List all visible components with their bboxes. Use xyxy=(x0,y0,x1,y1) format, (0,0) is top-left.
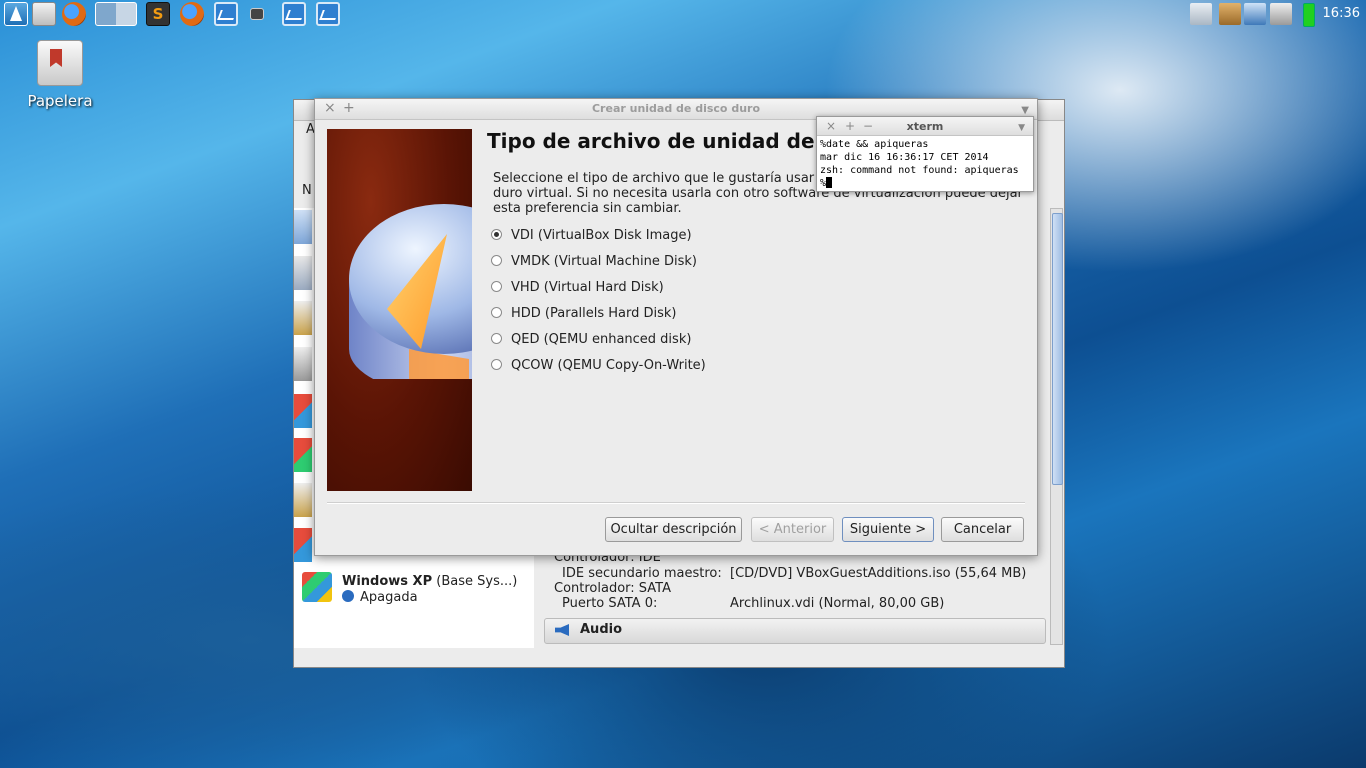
system-monitor-icon[interactable] xyxy=(214,2,238,26)
cancel-button[interactable]: Cancelar xyxy=(941,517,1024,542)
firefox-icon[interactable] xyxy=(62,2,86,26)
terminal-line: %date && apiqueras xyxy=(820,139,929,150)
arch-menu-icon[interactable] xyxy=(4,2,28,26)
firefox-icon[interactable] xyxy=(180,2,204,26)
detail-ide-secondary-label: IDE secundario maestro: xyxy=(562,566,722,581)
option-vhd[interactable]: VHD (Virtual Hard Disk) xyxy=(491,280,664,300)
radio-button[interactable] xyxy=(491,333,502,344)
radio-button[interactable] xyxy=(491,255,502,266)
vm-item-icon[interactable] xyxy=(294,347,312,381)
volume-tray-icon[interactable] xyxy=(1270,3,1292,25)
chevron-down-icon[interactable]: ▼ xyxy=(1018,121,1025,135)
terminal-line: mar dic 16 16:36:17 CET 2014 xyxy=(820,152,989,163)
option-hdd[interactable]: HDD (Parallels Hard Disk) xyxy=(491,306,677,326)
speaker-icon xyxy=(555,624,569,636)
vm-item-windows-xp[interactable]: Windows XP (Base Sys...) Apagada xyxy=(300,572,528,606)
dialog-title: Crear unidad de disco duro xyxy=(591,102,761,115)
back-button[interactable]: < Anterior xyxy=(751,517,834,542)
terminal-prompt: % xyxy=(820,177,1030,190)
battery-icon[interactable] xyxy=(1303,3,1315,27)
terminal-line: zsh: command not found: apiqueras xyxy=(820,165,1019,176)
detail-sata-port-label: Puerto SATA 0: xyxy=(562,596,658,611)
desktop-trash-label: Papelera xyxy=(27,92,93,110)
vm-list-header: N xyxy=(302,183,312,198)
desktop-trash[interactable]: Papelera xyxy=(24,40,96,110)
detail-ide-secondary-value: [CD/DVD] VBoxGuestAdditions.iso (55,64 M… xyxy=(730,566,1027,581)
network-tray-icon[interactable] xyxy=(1190,3,1212,25)
windows-xp-icon xyxy=(302,572,332,602)
trash-icon xyxy=(37,40,83,86)
power-off-icon xyxy=(342,590,354,602)
vm-state: Apagada xyxy=(342,590,418,605)
hard-disk-illustration xyxy=(349,204,472,379)
vm-item-icon[interactable] xyxy=(294,301,312,335)
radio-button[interactable] xyxy=(491,359,502,370)
option-vdi[interactable]: VDI (VirtualBox Disk Image) xyxy=(491,228,692,248)
system-monitor-icon[interactable] xyxy=(282,2,306,26)
details-section-audio[interactable]: Audio xyxy=(544,618,1046,644)
vm-item-icon[interactable] xyxy=(294,394,312,428)
vm-name: Windows XP (Base Sys...) xyxy=(342,574,518,589)
wizard-page-heading: Tipo de archivo de unidad de d xyxy=(487,129,836,153)
terminal-output[interactable]: %date && apiqueras mar dic 16 16:36:17 CE… xyxy=(817,136,1033,192)
vm-item-icon[interactable] xyxy=(294,256,312,290)
vm-item-icon[interactable] xyxy=(294,438,312,472)
xterm-titlebar[interactable]: × + − xterm ▼ xyxy=(817,117,1033,136)
details-scrollbar[interactable] xyxy=(1050,208,1063,645)
workspace-switcher-icon[interactable] xyxy=(95,2,137,26)
option-vmdk[interactable]: VMDK (Virtual Machine Disk) xyxy=(491,254,697,274)
text-cursor xyxy=(826,177,833,188)
system-monitor-icon[interactable] xyxy=(316,2,340,26)
button-separator xyxy=(327,502,1025,504)
radio-button[interactable] xyxy=(491,229,502,240)
wizard-banner-image xyxy=(327,129,472,491)
vm-item-icon[interactable] xyxy=(294,483,312,517)
display-tray-icon[interactable] xyxy=(1244,3,1266,25)
detail-sata-port-value: Archlinux.vdi (Normal, 80,00 GB) xyxy=(730,596,945,611)
detail-controller-sata: Controlador: SATA xyxy=(554,581,671,596)
option-qed[interactable]: QED (QEMU enhanced disk) xyxy=(491,332,691,352)
xterm-title: xterm xyxy=(906,120,944,133)
option-qcow[interactable]: QCOW (QEMU Copy-On-Write) xyxy=(491,358,706,378)
next-button[interactable]: Siguiente > xyxy=(842,517,934,542)
terminal-icon[interactable] xyxy=(250,8,264,20)
scrollbar-thumb[interactable] xyxy=(1052,213,1063,485)
package-update-icon[interactable] xyxy=(1219,3,1241,25)
hide-description-button[interactable]: Ocultar descripción xyxy=(605,517,742,542)
vm-item-icon[interactable] xyxy=(294,210,312,244)
vm-item-icon[interactable] xyxy=(294,528,312,562)
xterm-window[interactable]: × + − xterm ▼ %date && apiqueras mar dic … xyxy=(816,116,1034,192)
radio-button[interactable] xyxy=(491,281,502,292)
sublime-text-icon[interactable]: S xyxy=(146,2,170,26)
clock[interactable]: 16:36 xyxy=(1323,6,1360,21)
top-panel: S 16:36 xyxy=(0,0,1366,28)
radio-button[interactable] xyxy=(491,307,502,318)
file-manager-icon[interactable] xyxy=(32,2,56,26)
section-title: Audio xyxy=(580,622,623,637)
